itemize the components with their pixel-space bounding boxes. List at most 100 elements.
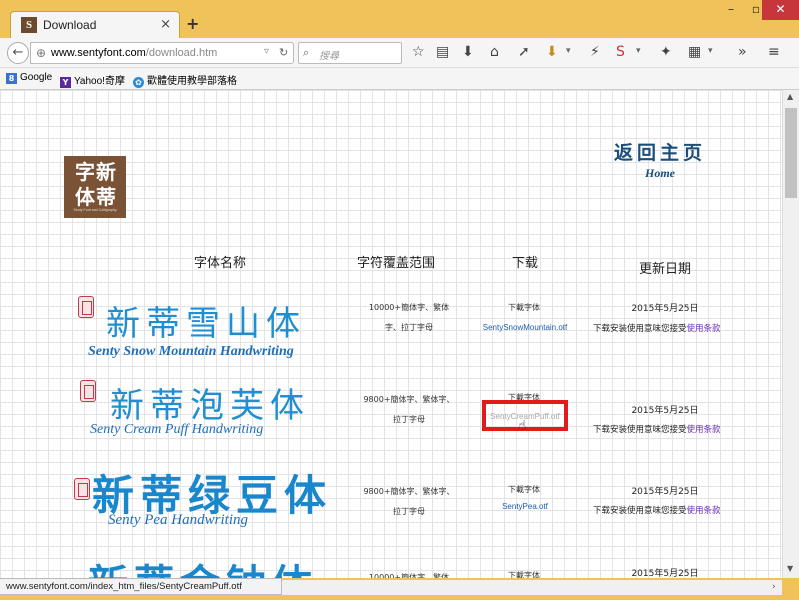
addon-icon[interactable]: ⚡ (590, 44, 600, 60)
charset-text: 9800+簡体字、繁体字、 拉丁字母 (354, 390, 464, 430)
font-name-en: Senty Pea Handwriting (108, 512, 248, 528)
terms-note: 下载安装使用意味您接受使用条款 (593, 322, 721, 334)
update-date: 2015年5月25日 (631, 487, 699, 497)
site-favicon-icon: S (21, 17, 37, 33)
search-icon: ⌕ (303, 46, 310, 59)
dropdown-arrow-icon[interactable]: ▾ (636, 46, 641, 56)
new-tab-button[interactable]: + (186, 14, 199, 33)
vertical-scrollbar[interactable]: ▲ ▼ (782, 90, 799, 578)
download-helper-icon[interactable]: ⬇ (546, 44, 558, 60)
scroll-up-arrow-icon[interactable]: ▲ (787, 92, 793, 101)
font-name-en: Senty Cream Puff Handwriting (90, 422, 264, 437)
download-label: 下載字体 (508, 485, 540, 494)
download-label: 下載字体 (508, 303, 540, 312)
bookmark-star-icon[interactable]: ☆ (412, 44, 425, 60)
close-window-button[interactable]: ✕ (762, 0, 799, 20)
navigation-toolbar: ← ⊕ www.sentyfont.com/download.htm ▿ ↻ ⌕… (0, 38, 799, 68)
charset-line: 10000+簡体字、繁体 (368, 573, 450, 578)
back-button[interactable]: ← (7, 42, 29, 64)
tab-download[interactable]: S Download × (10, 11, 180, 38)
site-logo[interactable]: 字新 体蒂 Senty Font and Calligraphy (64, 156, 126, 218)
update-date: 2015年5月25日 (631, 304, 699, 314)
tab-title: Download (43, 18, 97, 32)
dropdown-arrow-icon[interactable]: ▾ (566, 46, 571, 56)
charset-text: 10000+簡体字、繁体 字、拉丁字母 (354, 298, 464, 338)
yahoo-icon: Y (60, 77, 71, 88)
charset-line: 9800+簡体字、繁体字、 (363, 395, 455, 404)
bookmark-label: Google (20, 72, 53, 83)
download-label: 下載字体 (508, 571, 540, 578)
header-updated: 更新日期 (638, 262, 691, 277)
terms-link[interactable]: 使用条款 (687, 324, 721, 334)
page-viewport[interactable]: 字新 体蒂 Senty Font and Calligraphy 返回主页 Hom… (0, 90, 782, 578)
update-date: 2015年5月25日 (631, 406, 699, 416)
reload-icon[interactable]: ↻ (279, 46, 288, 59)
bookmark-google[interactable]: 8 Google (6, 72, 52, 87)
charset-line: 9800+簡体字、繁体字、 (363, 487, 455, 496)
logo-subtext: Senty Font and Calligraphy (73, 208, 117, 212)
font-name-cn: 新蒂金钟体 (88, 552, 318, 578)
dropdown-arrow-icon[interactable]: ▾ (708, 46, 713, 56)
font-name-cn: 新蒂泡芙体 (110, 386, 310, 426)
url-text[interactable]: www.sentyfont.com/download.htm (51, 47, 217, 59)
download-icon[interactable]: ⬇ (462, 44, 474, 60)
download-link[interactable]: SentySnowMountain.otf (470, 323, 580, 332)
terms-link[interactable]: 使用条款 (687, 506, 721, 516)
title-bar: S Download × + – ▫ ✕ (0, 0, 799, 38)
charset-line: 拉丁字母 (393, 415, 425, 424)
scrollbar-thumb[interactable] (785, 108, 797, 198)
window-bottom-edge (0, 595, 799, 600)
reading-list-icon[interactable]: ▤ (436, 44, 449, 60)
url-bar[interactable]: ⊕ www.sentyfont.com/download.htm ▿ ↻ (30, 42, 294, 64)
terms-prefix: 下载安装使用意味您接受 (593, 324, 687, 334)
bookmark-yahoo[interactable]: Y Yahoo!奇摩 (60, 72, 125, 88)
search-placeholder: 搜尋 (319, 51, 339, 62)
send-icon[interactable]: ➚ (518, 44, 530, 60)
seal-icon (78, 296, 94, 318)
scroll-right-arrow-icon[interactable]: › (772, 582, 776, 592)
google-icon: 8 (6, 73, 17, 84)
font-name-cn: 新蒂雪山体 (106, 304, 306, 344)
charset-line: 字、拉丁字母 (385, 323, 433, 332)
url-path: /download.htm (145, 47, 218, 59)
charset-text: 9800+簡体字、繁体字、 拉丁字母 (354, 482, 464, 522)
url-host: www.sentyfont.com (51, 47, 146, 59)
home-link[interactable]: 返回主页 (598, 138, 722, 165)
bookmark-label: 歡體使用教學部落格 (147, 76, 237, 87)
bookmark-blog[interactable]: ✿ 歡體使用教學部落格 (133, 72, 237, 88)
seal-icon (80, 380, 96, 402)
header-charset: 字符覆盖范围 (356, 256, 435, 271)
addon-s-icon[interactable]: S (616, 44, 625, 60)
terms-prefix: 下载安装使用意味您接受 (593, 506, 687, 516)
font-name-en: Senty Snow Mountain Handwriting (88, 344, 294, 359)
seal-icon (74, 478, 90, 500)
clipboard-icon[interactable]: ▦ (688, 44, 701, 60)
header-download: 下载 (511, 256, 538, 271)
search-bar[interactable]: ⌕ 搜尋 (298, 42, 402, 64)
terms-note: 下载安装使用意味您接受使用条款 (593, 423, 721, 435)
terms-note: 下载安装使用意味您接受使用条款 (593, 504, 721, 516)
url-dropdown-icon[interactable]: ▿ (264, 46, 269, 57)
hamburger-menu-icon[interactable]: ≡ (768, 44, 780, 60)
bookmarks-bar: 8 Google Y Yahoo!奇摩 ✿ 歡體使用教學部落格 (0, 68, 799, 90)
charset-line: 拉丁字母 (393, 507, 425, 516)
blog-icon: ✿ (133, 77, 144, 88)
terms-prefix: 下载安装使用意味您接受 (593, 425, 687, 435)
home-link-subtitle[interactable]: Home (598, 166, 722, 181)
charset-line: 10000+簡体字、繁体 (368, 303, 450, 312)
update-date: 2015年5月25日 (631, 569, 699, 578)
charset-text: 10000+簡体字、繁体 (354, 568, 464, 578)
hand-cursor-icon: ☝ (518, 418, 527, 434)
logo-text: 字新 体蒂 (75, 160, 117, 209)
header-font-name: 字体名称 (193, 256, 246, 271)
terms-link[interactable]: 使用条款 (687, 425, 721, 435)
horizontal-scrollbar[interactable] (282, 580, 782, 596)
puzzle-icon[interactable]: ✦ (660, 44, 672, 60)
bookmark-label: Yahoo!奇摩 (74, 76, 125, 87)
tab-close-icon[interactable]: × (160, 17, 171, 32)
scroll-down-arrow-icon[interactable]: ▼ (787, 564, 793, 573)
download-link[interactable]: SentyPea.otf (470, 502, 580, 511)
overflow-chevron-icon[interactable]: » (738, 44, 747, 60)
home-icon[interactable]: ⌂ (490, 44, 499, 60)
minimize-button[interactable]: – (718, 0, 744, 20)
